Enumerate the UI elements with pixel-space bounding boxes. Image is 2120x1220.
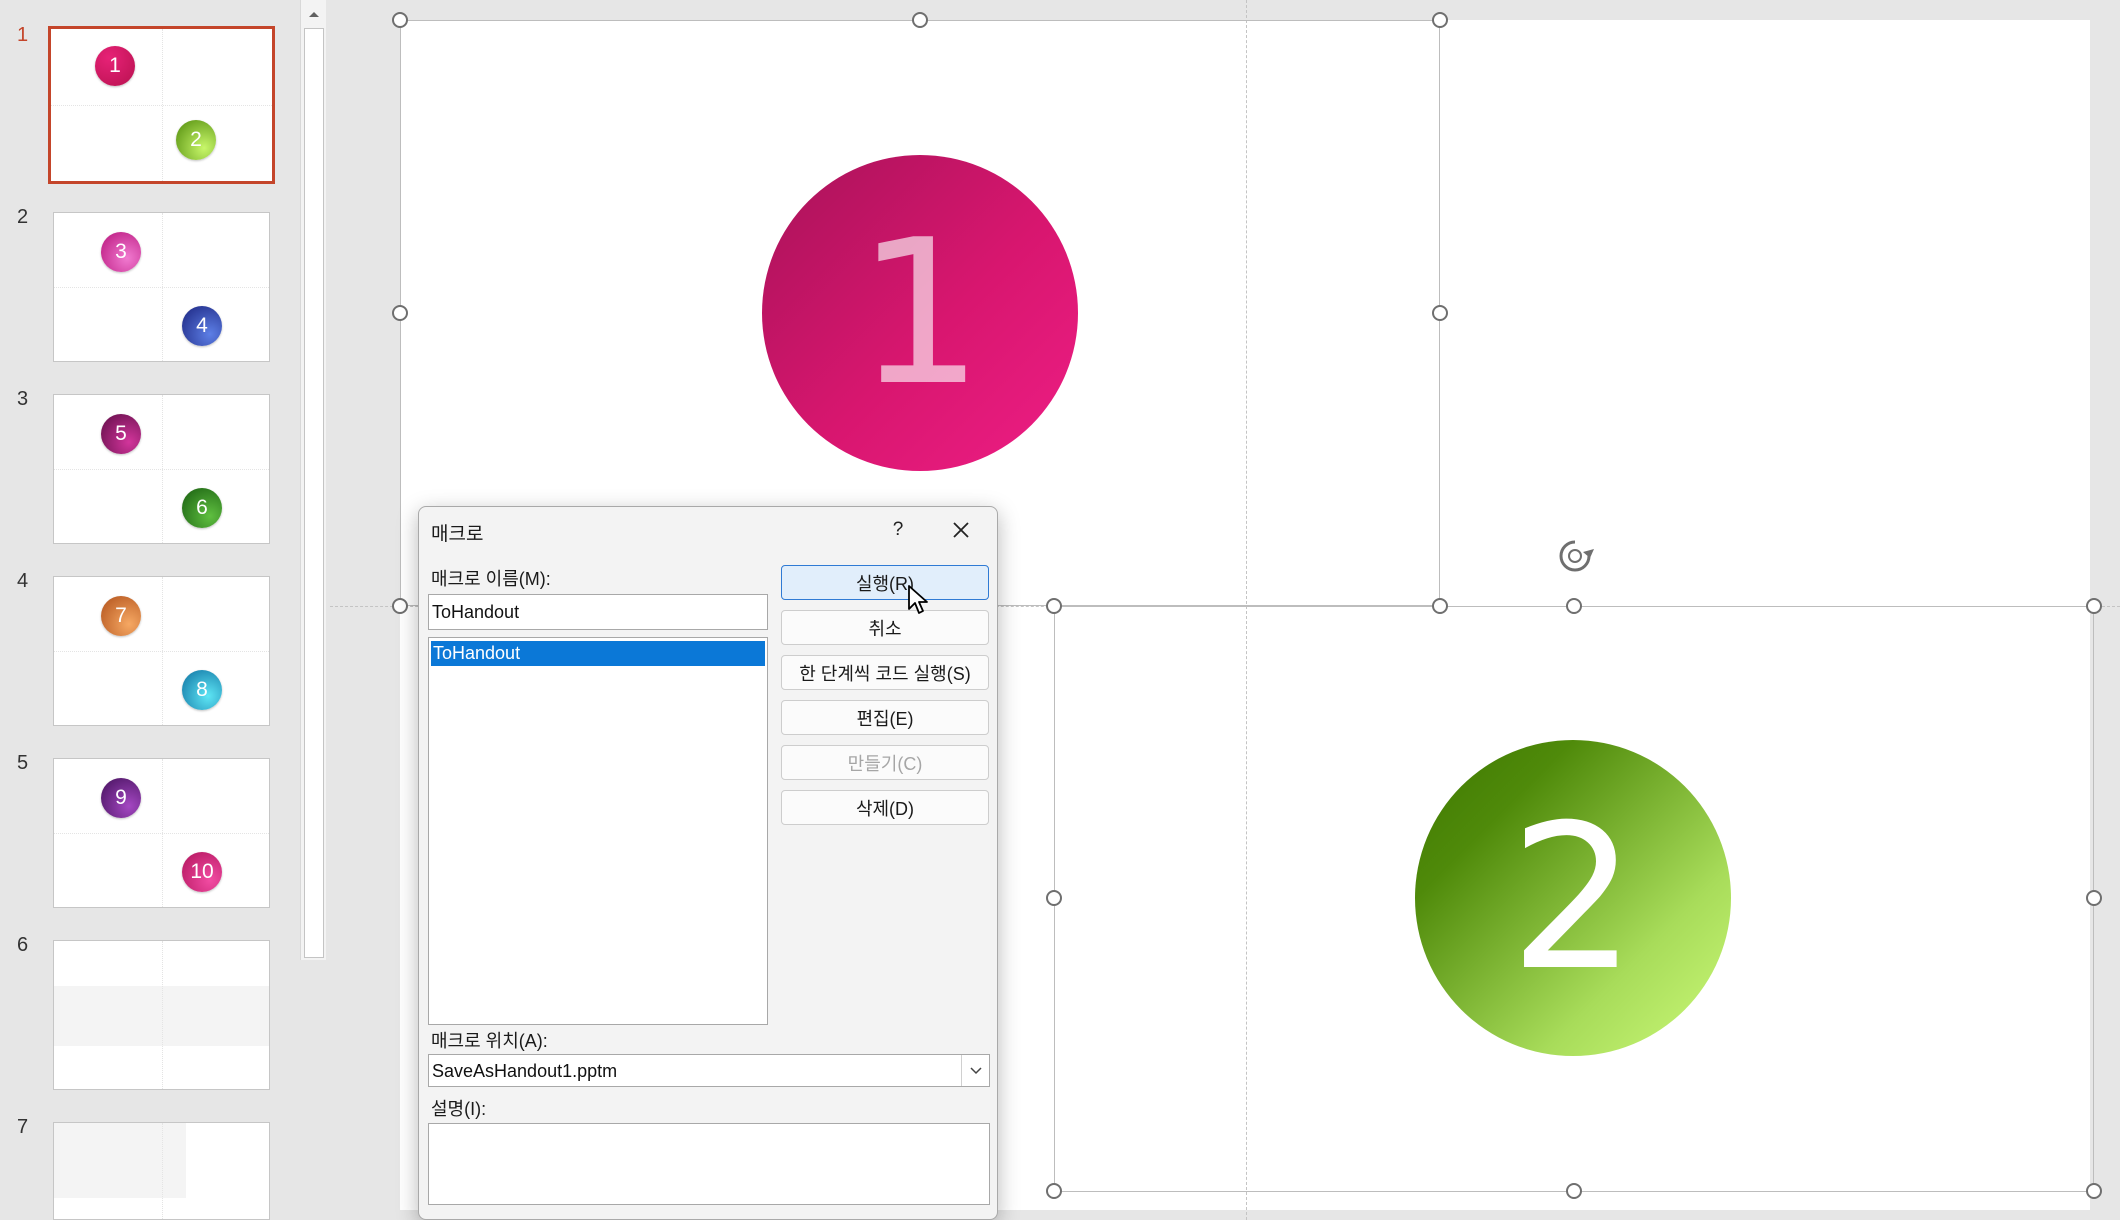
number-circle-2[interactable]: 2	[1415, 740, 1731, 1056]
number-circle-1[interactable]: 1	[762, 155, 1078, 471]
thumbnail-circle: 3	[101, 232, 141, 272]
resize-handle[interactable]	[1432, 598, 1448, 614]
slide-thumbnail-7[interactable]	[53, 1122, 270, 1220]
slide-number: 2	[17, 206, 29, 228]
gridline	[161, 941, 163, 1089]
macro-name-input[interactable]: ToHandout	[428, 594, 768, 630]
resize-handle[interactable]	[2086, 1183, 2102, 1199]
slide-number: 4	[17, 570, 29, 592]
run-button[interactable]: 실행(R)	[781, 565, 989, 600]
resize-handle[interactable]	[1566, 1183, 1582, 1199]
thumbnail-circle: 9	[101, 778, 141, 818]
close-icon[interactable]	[946, 515, 976, 545]
slide-thumbnail-5[interactable]: 9 10	[53, 758, 270, 908]
thumbnail-circle: 7	[101, 596, 141, 636]
resize-handle[interactable]	[392, 598, 408, 614]
slide-number: 6	[17, 934, 29, 956]
cancel-button[interactable]: 취소	[781, 610, 989, 645]
gridline	[51, 105, 272, 106]
resize-handle[interactable]	[2086, 598, 2102, 614]
resize-handle[interactable]	[392, 12, 408, 28]
resize-handle[interactable]	[1046, 598, 1062, 614]
slide-number: 5	[17, 752, 29, 774]
scroll-up-icon[interactable]	[301, 0, 327, 28]
thumbnail-circle: 8	[182, 670, 222, 710]
resize-handle[interactable]	[392, 305, 408, 321]
gridline	[54, 833, 269, 834]
thumbnail-circle: 6	[182, 488, 222, 528]
thumbnail-scrollbar[interactable]	[300, 0, 326, 960]
gridline	[54, 469, 269, 470]
gridline	[54, 287, 269, 288]
chevron-down-icon[interactable]	[961, 1055, 989, 1086]
description-label: 설명(I):	[431, 1099, 487, 1119]
thumbnail-circle: 4	[182, 306, 222, 346]
slide-thumbnail-4[interactable]: 7 8	[53, 576, 270, 726]
resize-handle[interactable]	[1046, 890, 1062, 906]
description-box[interactable]	[428, 1123, 990, 1205]
resize-handle[interactable]	[912, 12, 928, 28]
slide-thumbnail-pane: 1 1 2 2 3 4 3 5 6 4 7 8 5 9 10 6 7	[0, 0, 330, 1220]
slide-thumbnail-6[interactable]	[53, 940, 270, 1090]
placeholder-shade	[54, 1123, 186, 1198]
resize-handle[interactable]	[1432, 305, 1448, 321]
resize-handle[interactable]	[2086, 890, 2102, 906]
rotate-handle-icon[interactable]	[1555, 536, 1595, 581]
slide-number: 1	[17, 24, 29, 46]
macro-name-label: 매크로 이름(M):	[431, 569, 551, 589]
list-item[interactable]: ToHandout	[431, 641, 765, 666]
macro-location-label: 매크로 위치(A):	[431, 1031, 548, 1051]
step-into-button[interactable]: 한 단계씩 코드 실행(S)	[781, 655, 989, 690]
slide-thumbnail-2[interactable]: 3 4	[53, 212, 270, 362]
scrollbar-thumb[interactable]	[304, 28, 324, 958]
gridline	[161, 1123, 163, 1219]
gridline	[54, 651, 269, 652]
macro-list[interactable]: ToHandout	[428, 637, 768, 1025]
slide-number: 7	[17, 1116, 29, 1138]
resize-handle[interactable]	[1046, 1183, 1062, 1199]
slide-thumbnail-3[interactable]: 5 6	[53, 394, 270, 544]
thumbnail-circle: 2	[176, 120, 216, 160]
dialog-title: 매크로	[431, 524, 484, 545]
thumbnail-circle: 1	[95, 46, 135, 86]
thumbnail-circle: 10	[182, 852, 222, 892]
slide-thumbnail-1[interactable]: 1 2	[48, 26, 275, 184]
edit-button[interactable]: 편집(E)	[781, 700, 989, 735]
delete-button[interactable]: 삭제(D)	[781, 790, 989, 825]
macro-location-value: SaveAsHandout1.pptm	[432, 1061, 618, 1081]
resize-handle[interactable]	[1432, 12, 1448, 28]
slide-number: 3	[17, 388, 29, 410]
resize-handle[interactable]	[1566, 598, 1582, 614]
macro-location-dropdown[interactable]: SaveAsHandout1.pptm	[428, 1054, 990, 1087]
mouse-cursor-icon	[907, 584, 929, 621]
thumbnail-circle: 5	[101, 414, 141, 454]
help-button[interactable]: ?	[883, 515, 913, 545]
create-button[interactable]: 만들기(C)	[781, 745, 989, 780]
